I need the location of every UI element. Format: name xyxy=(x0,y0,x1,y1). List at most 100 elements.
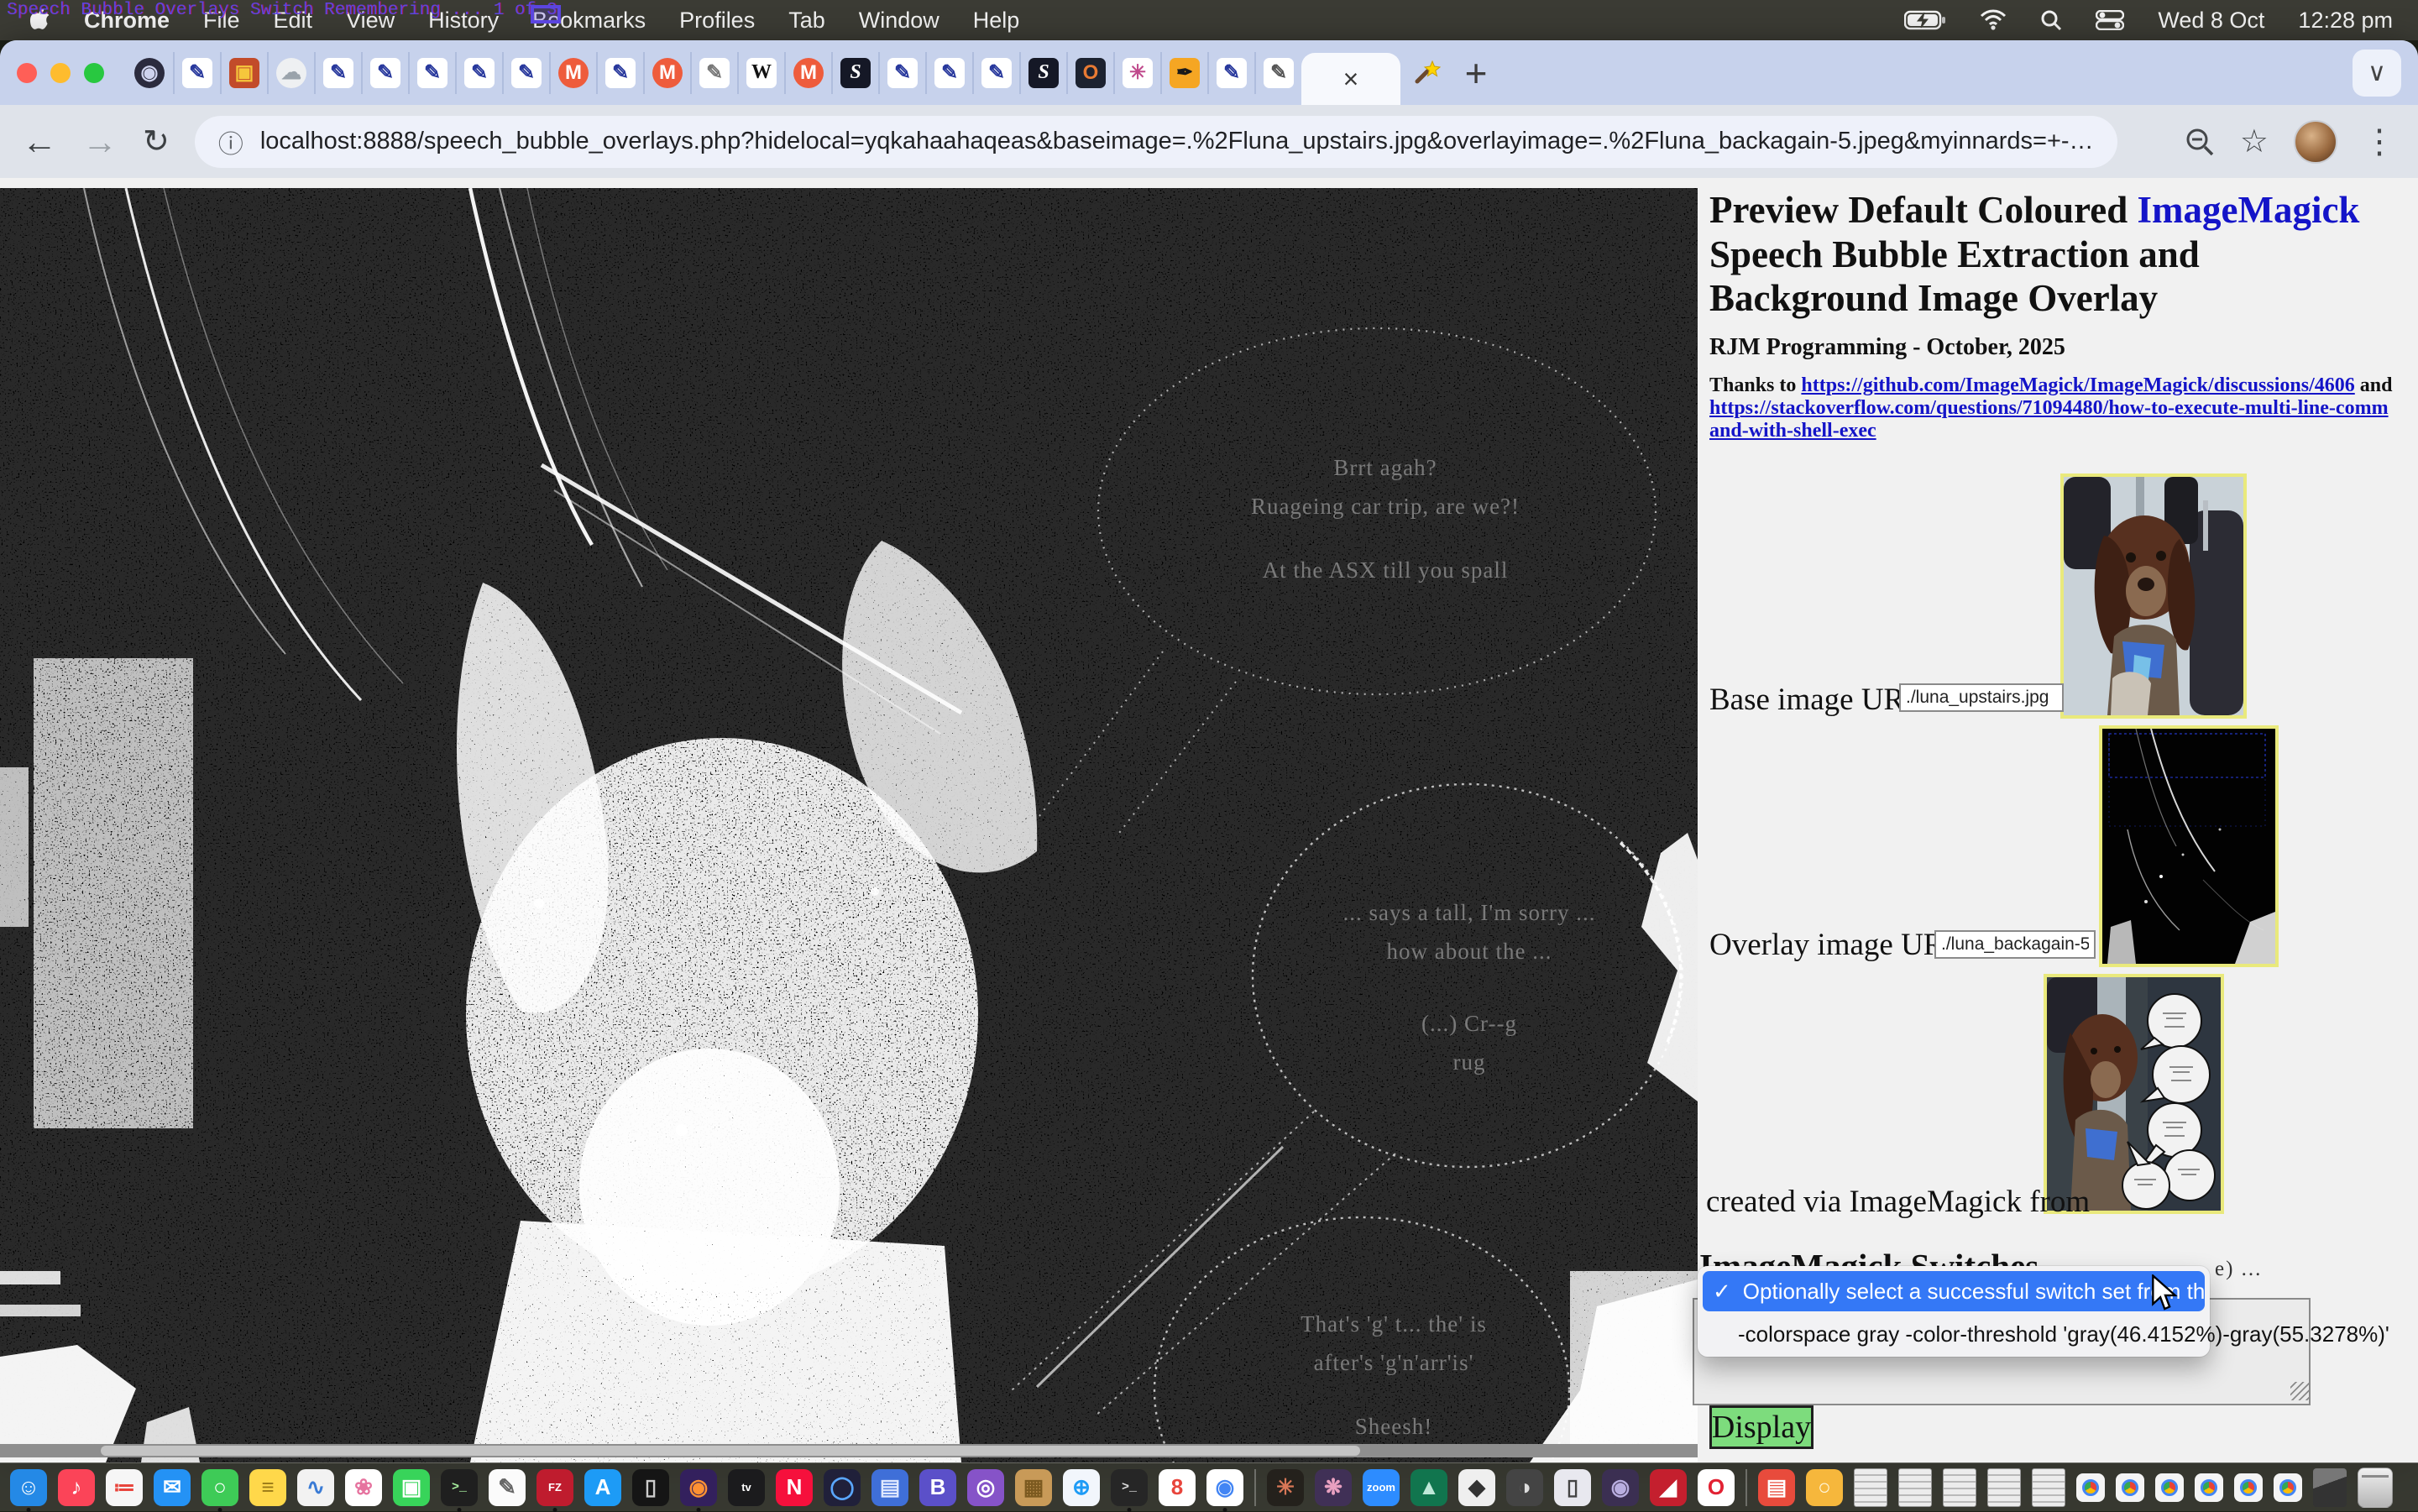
spotlight-search-icon[interactable] xyxy=(2040,9,2062,31)
dock-chrome-window-icon[interactable] xyxy=(2116,1473,2144,1502)
wifi-icon[interactable] xyxy=(1980,9,2007,31)
dock-messages-icon[interactable]: ○ xyxy=(202,1469,238,1506)
dock-freeform-icon[interactable]: ∿ xyxy=(297,1469,334,1506)
dock-claude-icon[interactable]: ✳ xyxy=(1267,1469,1304,1506)
dock-pdf-doc-icon[interactable]: ▤ xyxy=(1758,1469,1795,1506)
menubar-clock[interactable]: 12:28 pm xyxy=(2298,8,2393,34)
overlay-image-input[interactable] xyxy=(1934,930,2096,959)
dock-palette-icon[interactable]: ❋ xyxy=(1315,1469,1352,1506)
forward-button[interactable]: → xyxy=(82,122,118,162)
pinned-tab[interactable]: ✎ xyxy=(408,52,455,94)
pinned-tab[interactable]: ✎ xyxy=(173,52,220,94)
menu-item-window[interactable]: Window xyxy=(859,8,939,34)
dock-mail-icon[interactable]: ✉ xyxy=(154,1469,191,1506)
pinned-tab[interactable]: ◉ xyxy=(126,52,173,94)
pinned-tab[interactable]: S xyxy=(831,52,878,94)
dock-news-icon[interactable]: N xyxy=(776,1469,813,1506)
dock-opera-icon[interactable]: O xyxy=(1698,1469,1735,1506)
dock-filezilla-icon[interactable]: FZ xyxy=(536,1469,573,1506)
pinned-tab[interactable]: ✎ xyxy=(455,52,502,94)
tab-overflow-button[interactable]: ∨ xyxy=(2353,50,2401,97)
dock-finder-icon[interactable]: ☺ xyxy=(10,1469,47,1506)
dock-iphone-icon[interactable]: ▯ xyxy=(632,1469,669,1506)
url-text[interactable]: localhost:8888/speech_bubble_overlays.ph… xyxy=(260,128,2094,155)
pinned-tab[interactable]: ✎ xyxy=(314,52,361,94)
dock-chrome-window-icon[interactable] xyxy=(2195,1473,2223,1502)
dock-window-thumbnail[interactable] xyxy=(1943,1468,1976,1507)
pinned-tab[interactable]: ☁ xyxy=(267,52,314,94)
dock-folder-icon[interactable]: ▦ xyxy=(1015,1469,1052,1506)
dock-reminders-icon[interactable]: ≔ xyxy=(106,1469,143,1506)
dock-maps-icon[interactable]: ▲ xyxy=(1410,1469,1447,1506)
dock-inkscape-icon[interactable]: ◆ xyxy=(1458,1469,1495,1506)
pinned-tab[interactable]: M xyxy=(784,52,831,94)
pinned-tab[interactable]: O xyxy=(1066,52,1113,94)
pinned-tab[interactable]: W xyxy=(737,52,784,94)
dock-calendar-icon[interactable]: 8 xyxy=(1159,1469,1196,1506)
zoom-out-icon[interactable] xyxy=(2185,127,2215,157)
dock-notes-icon[interactable]: ≡ xyxy=(249,1469,286,1506)
pinned-tab[interactable]: ✎ xyxy=(690,52,737,94)
base-image-input[interactable] xyxy=(1899,683,2064,712)
dock-music-icon[interactable]: ♪ xyxy=(58,1469,95,1506)
dock-chrome-icon[interactable]: ◉ xyxy=(1206,1469,1243,1506)
dock-files-icon[interactable]: ▤ xyxy=(871,1469,908,1506)
pinned-tab[interactable]: M xyxy=(643,52,690,94)
dock-chrome-window-icon[interactable] xyxy=(2155,1473,2184,1502)
dock-terminal-icon[interactable]: >_ xyxy=(441,1469,478,1506)
dock-window-thumbnail[interactable] xyxy=(1898,1468,1932,1507)
pinned-tab[interactable]: ✎ xyxy=(596,52,643,94)
browser-menu-icon[interactable]: ⋮ xyxy=(2363,123,2396,161)
dock-appletv-icon[interactable]: tv xyxy=(728,1469,765,1506)
dock-zoom-icon[interactable]: zoom xyxy=(1363,1469,1400,1506)
address-bar[interactable]: ⓘ localhost:8888/speech_bubble_overlays.… xyxy=(195,116,2117,168)
zoom-window-button[interactable] xyxy=(84,63,104,83)
dock-textedit-icon[interactable]: ✎ xyxy=(489,1469,526,1506)
pinned-tab[interactable]: ✎ xyxy=(1254,52,1301,94)
reload-button[interactable]: ↻ xyxy=(143,123,170,160)
pinned-tab[interactable]: ✎ xyxy=(502,52,549,94)
horizontal-scrollbar[interactable] xyxy=(0,1444,1698,1457)
github-discussion-link[interactable]: https://github.com/ImageMagick/ImageMagi… xyxy=(1801,374,2354,396)
close-tab-icon[interactable]: × xyxy=(1343,64,1359,95)
pinned-tab[interactable] xyxy=(1400,52,1451,94)
imagemagick-link[interactable]: ImageMagick xyxy=(2138,189,2360,231)
stackoverflow-link[interactable]: https://stackoverflow.com/questions/7109… xyxy=(1709,397,2389,442)
dock-chrome-window-icon[interactable] xyxy=(2234,1473,2263,1502)
dock-tracker-icon[interactable]: ◎ xyxy=(967,1469,1004,1506)
pinned-tab[interactable]: ✎ xyxy=(1207,52,1254,94)
back-button[interactable]: ← xyxy=(22,122,57,162)
dock-skull-app-icon[interactable]: ◉ xyxy=(1602,1469,1639,1506)
scrollbar-thumb[interactable] xyxy=(101,1446,1360,1456)
menu-item-tab[interactable]: Tab xyxy=(788,8,825,34)
dock-gimp-icon[interactable]: ◑ xyxy=(1506,1469,1543,1506)
pinned-tab[interactable]: ✎ xyxy=(878,52,925,94)
dock-firefox-icon[interactable]: ◉ xyxy=(680,1469,717,1506)
menu-item-profiles[interactable]: Profiles xyxy=(679,8,755,34)
pinned-tab[interactable]: S xyxy=(1019,52,1066,94)
textarea-resize-grip[interactable] xyxy=(2290,1382,2309,1400)
battery-charging-icon[interactable] xyxy=(1904,10,1946,30)
dock-iphone-mirror-icon[interactable]: ▯ xyxy=(1554,1469,1591,1506)
dock-safari-icon[interactable]: ⊕ xyxy=(1063,1469,1100,1506)
close-window-button[interactable] xyxy=(17,63,37,83)
dock-quicktime-icon[interactable]: ◯ xyxy=(824,1469,861,1506)
dock-photos-icon[interactable]: ❀ xyxy=(345,1469,382,1506)
profile-avatar[interactable] xyxy=(2294,120,2337,164)
site-info-icon[interactable]: ⓘ xyxy=(218,123,243,160)
dock-chrome-window-icon[interactable] xyxy=(2274,1473,2302,1502)
dropdown-selected-option[interactable]: ✓ Optionally select a successful switch … xyxy=(1703,1271,2205,1311)
pinned-tab[interactable]: ✳ xyxy=(1113,52,1160,94)
menubar-date[interactable]: Wed 8 Oct xyxy=(2158,8,2264,34)
control-center-icon[interactable] xyxy=(2096,10,2124,30)
dock-facetime-icon[interactable]: ▣ xyxy=(393,1469,430,1506)
pinned-tab[interactable]: ✎ xyxy=(361,52,408,94)
pinned-tab[interactable]: ✎ xyxy=(925,52,972,94)
pinned-tab[interactable]: M xyxy=(549,52,596,94)
pinned-tab[interactable]: ✒ xyxy=(1160,52,1207,94)
dock-appstore-icon[interactable]: A xyxy=(584,1469,621,1506)
dock-terminal2-icon[interactable]: >_ xyxy=(1111,1469,1148,1506)
active-tab[interactable]: × xyxy=(1301,53,1400,105)
pinned-tab[interactable]: ▣ xyxy=(220,52,267,94)
trash-icon[interactable] xyxy=(2358,1468,2393,1508)
